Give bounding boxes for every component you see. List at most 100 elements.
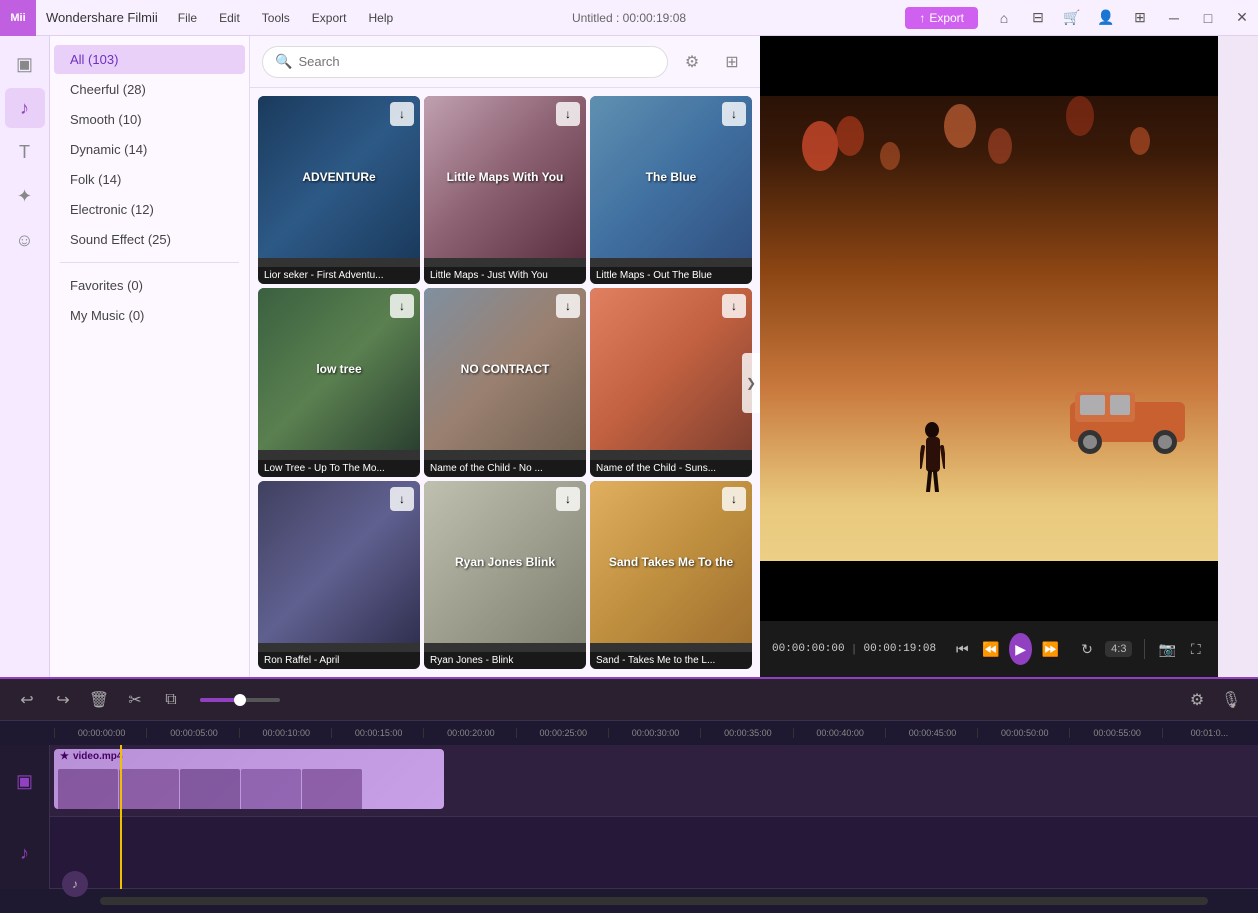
card-label-4: Name of the Child - No ...	[424, 460, 586, 477]
category-favorites[interactable]: Favorites (0)	[54, 271, 245, 300]
home-button[interactable]: ⌂	[988, 4, 1020, 32]
category-sidebar: All (103) Cheerful (28) Smooth (10) Dyna…	[50, 36, 250, 677]
video-track[interactable]: ★ video.mp4	[50, 745, 1258, 817]
ruler-mark-3: 00:00:15:00	[331, 728, 423, 738]
bookmark-button[interactable]: ⊟	[1022, 4, 1054, 32]
play-button[interactable]: ▶	[1009, 633, 1032, 665]
audio-button[interactable]: 🎙	[1216, 685, 1246, 715]
music-card-low-tree[interactable]: low tree ↓ Low Tree - Up To The Mo...	[258, 288, 420, 476]
sidebar-item-music[interactable]: ♪	[5, 88, 45, 128]
sidebar-item-media[interactable]: ▣	[5, 44, 45, 84]
maximize-button[interactable]: □	[1192, 4, 1224, 32]
zoom-slider[interactable]	[200, 698, 280, 702]
ruler-mark-5: 00:00:25:00	[516, 728, 608, 738]
woman-svg	[920, 422, 945, 492]
download-btn-6[interactable]: ↓	[390, 487, 414, 511]
category-my-music[interactable]: My Music (0)	[54, 301, 245, 330]
profile-button[interactable]: 👤	[1090, 4, 1122, 32]
download-btn-1[interactable]: ↓	[556, 102, 580, 126]
split-button[interactable]: ⧉	[156, 685, 186, 715]
menu-export[interactable]: Export	[302, 7, 357, 29]
music-card-ron-raffel[interactable]: ↓ Ron Raffel - April	[258, 481, 420, 669]
music-card-little-maps-2[interactable]: The Blue ↓ Little Maps - Out The Blue	[590, 96, 752, 284]
step-forward-button[interactable]: ⏩	[1040, 635, 1060, 663]
category-all[interactable]: All (103)	[54, 45, 245, 74]
menu-bar: File Edit Tools Export Help	[168, 7, 403, 29]
menu-file[interactable]: File	[168, 7, 207, 29]
music-toolbar: 🔍 ⚙ ⊞	[250, 36, 760, 88]
snapshot-button[interactable]: 📷	[1157, 635, 1177, 663]
ruler-mark-6: 00:00:30:00	[608, 728, 700, 738]
music-card-no-contract[interactable]: NO CONTRACT ↓ Name of the Child - No ...	[424, 288, 586, 476]
aspect-ratio-button[interactable]: 4:3	[1105, 641, 1132, 657]
minimize-button[interactable]: ─	[1158, 4, 1190, 32]
undo-button[interactable]: ↩	[12, 685, 42, 715]
close-button[interactable]: ✕	[1226, 4, 1258, 32]
fullscreen-button[interactable]: ⛶	[1186, 635, 1206, 663]
download-btn-8[interactable]: ↓	[722, 487, 746, 511]
category-dynamic[interactable]: Dynamic (14)	[54, 135, 245, 164]
cut-button[interactable]: ✂	[120, 685, 150, 715]
sidebar-item-stickers[interactable]: ☺	[5, 220, 45, 260]
balloons-svg	[760, 96, 1218, 236]
export-icon: ↑	[919, 11, 925, 25]
menu-edit[interactable]: Edit	[209, 7, 250, 29]
settings-button[interactable]: ⚙	[1182, 685, 1212, 715]
time-separator: |	[853, 643, 856, 655]
current-time: 00:00:00:00	[772, 643, 845, 655]
video-clip[interactable]: ★ video.mp4	[54, 749, 444, 809]
category-sound-effect[interactable]: Sound Effect (25)	[54, 225, 245, 254]
category-divider	[60, 262, 239, 263]
category-cheerful[interactable]: Cheerful (28)	[54, 75, 245, 104]
template-button[interactable]: ⊞	[1124, 4, 1156, 32]
redo-button[interactable]: ↪	[48, 685, 78, 715]
music-card-adventure[interactable]: ADVENTURe ↓ Lior seker - First Adventu..…	[258, 96, 420, 284]
export-button[interactable]: ↑ Export	[905, 7, 978, 29]
download-btn-0[interactable]: ↓	[390, 102, 414, 126]
sidebar-item-text[interactable]: T	[5, 132, 45, 172]
text-icon: T	[19, 142, 30, 163]
menu-help[interactable]: Help	[358, 7, 403, 29]
music-card-sunset[interactable]: ↓ Name of the Child - Suns...	[590, 288, 752, 476]
timeline-area: ↩ ↪ 🗑 ✂ ⧉ ⚙ 🎙 00:00:00:00 00:00:05:00 00…	[0, 677, 1258, 887]
scroll-right-arrow[interactable]: ❯	[742, 353, 760, 413]
ruler-mark-2: 00:00:10:00	[239, 728, 331, 738]
add-music-button[interactable]: ♪	[62, 871, 88, 897]
category-electronic[interactable]: Electronic (12)	[54, 195, 245, 224]
download-btn-4[interactable]: ↓	[556, 294, 580, 318]
download-btn-5[interactable]: ↓	[722, 294, 746, 318]
timeline-tracks: ▣ ♪ ★ video.mp4	[0, 745, 1258, 889]
download-btn-3[interactable]: ↓	[390, 294, 414, 318]
audio-track[interactable]	[50, 817, 1258, 889]
video-track-label: ▣	[0, 745, 49, 817]
search-box[interactable]: 🔍	[262, 46, 668, 78]
filter-button[interactable]: ⚙	[676, 46, 708, 78]
ruler-mark-0: 00:00:00:00	[54, 728, 146, 738]
grid-view-button[interactable]: ⊞	[716, 46, 748, 78]
menu-tools[interactable]: Tools	[252, 7, 300, 29]
timeline-scrollbar[interactable]	[100, 897, 1208, 905]
icon-sidebar: ▣ ♪ T ✦ ☺	[0, 36, 50, 677]
zoom-thumb[interactable]	[234, 694, 246, 706]
total-time: 00:00:19:08	[863, 643, 936, 655]
ctrl-separator	[1144, 639, 1145, 659]
timeline-content: ★ video.mp4	[50, 745, 1258, 889]
delete-button[interactable]: 🗑	[84, 685, 114, 715]
search-input[interactable]	[298, 54, 655, 69]
music-card-sand[interactable]: Sand Takes Me To the ↓ Sand - Takes Me t…	[590, 481, 752, 669]
download-btn-7[interactable]: ↓	[556, 487, 580, 511]
project-name: Untitled :	[572, 11, 619, 25]
track-labels: ▣ ♪	[0, 745, 50, 889]
music-card-little-maps-1[interactable]: Little Maps With You ↓ Little Maps - Jus…	[424, 96, 586, 284]
download-btn-2[interactable]: ↓	[722, 102, 746, 126]
category-folk[interactable]: Folk (14)	[54, 165, 245, 194]
cart-button[interactable]: 🛒	[1056, 4, 1088, 32]
titlebar: Mii Wondershare Filmii File Edit Tools E…	[0, 0, 1258, 36]
music-card-ryan-jones[interactable]: Ryan Jones Blink ↓ Ryan Jones - Blink	[424, 481, 586, 669]
rewind-start-button[interactable]: ⏮	[952, 635, 972, 663]
sidebar-item-effects[interactable]: ✦	[5, 176, 45, 216]
step-back-button[interactable]: ⏪	[981, 635, 1001, 663]
letterbox-bottom	[760, 561, 1218, 621]
category-smooth[interactable]: Smooth (10)	[54, 105, 245, 134]
loop-button[interactable]: ↻	[1077, 635, 1097, 663]
